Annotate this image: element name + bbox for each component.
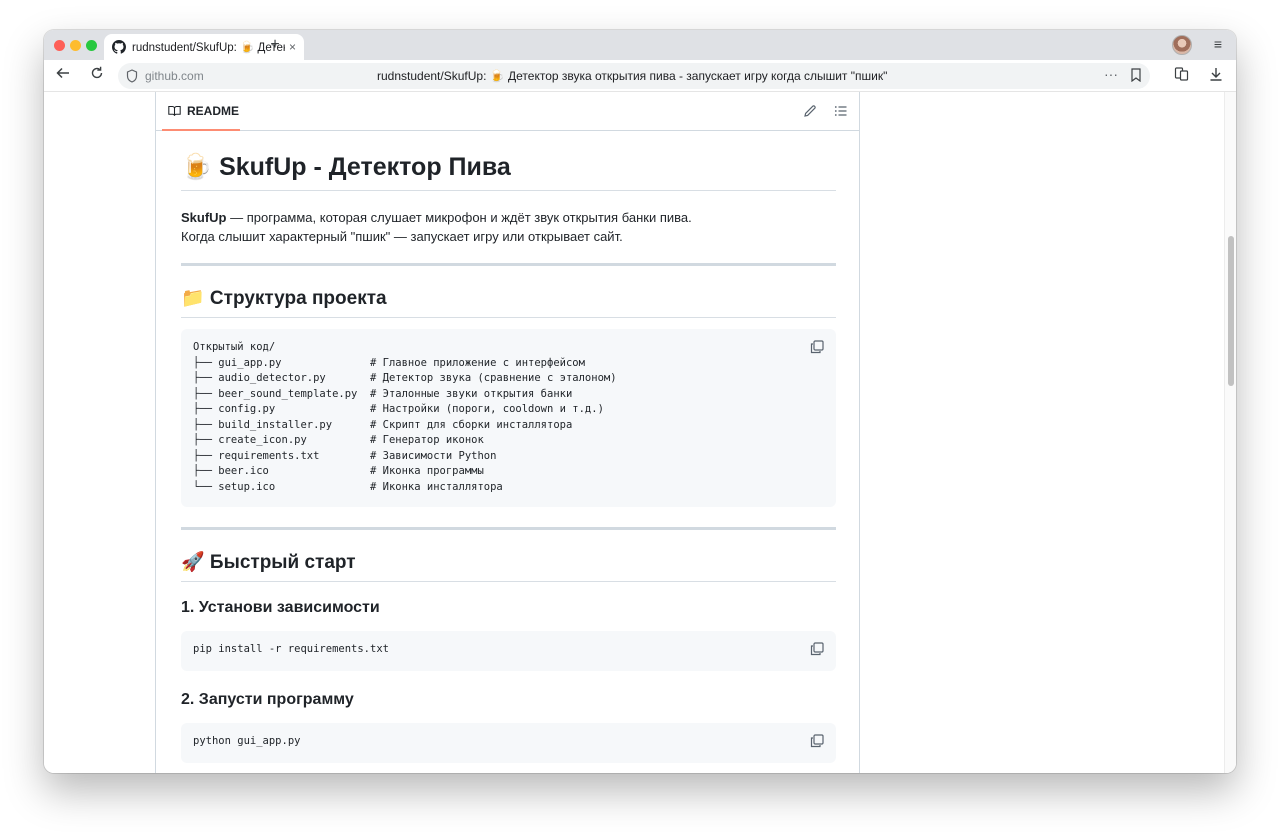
- minimize-window-button[interactable]: [70, 40, 81, 51]
- tab-menu-icon[interactable]: ≡: [1214, 36, 1222, 52]
- intro-line-2: Когда слышит характерный "пшик" — запуск…: [181, 229, 623, 244]
- more-options-icon[interactable]: ···: [1104, 66, 1118, 82]
- page-scrollbar[interactable]: [1224, 92, 1236, 773]
- profile-avatar[interactable]: [1172, 35, 1192, 55]
- reader-mode-icon[interactable]: [1174, 66, 1190, 82]
- reload-icon[interactable]: [87, 66, 107, 86]
- tab-close-icon[interactable]: ×: [289, 40, 296, 54]
- browser-window: rudnstudent/SkufUp: 🍺 Детектор з × + ≡ g…: [44, 30, 1236, 773]
- copy-icon[interactable]: [810, 734, 824, 748]
- intro-line-1-text: — программа, которая слушает микрофон и …: [226, 210, 692, 225]
- readme-tab-label: README: [187, 103, 240, 118]
- github-icon: [112, 40, 126, 54]
- quickstart-heading: 🚀 Быстрый старт: [181, 550, 836, 582]
- scrollbar-thumb[interactable]: [1228, 236, 1234, 386]
- intro-bold-name: SkufUp: [181, 210, 227, 225]
- readme-header: README: [156, 92, 859, 131]
- bookmark-icon[interactable]: [1130, 68, 1142, 82]
- step1-code: pip install -r requirements.txt: [193, 643, 389, 655]
- copy-icon[interactable]: [810, 642, 824, 656]
- structure-code: Открытый код/ ├── gui_app.py # Главное п…: [193, 341, 617, 493]
- maximize-window-button[interactable]: [86, 40, 97, 51]
- url-page-title: rudnstudent/SkufUp: 🍺 Детектор звука отк…: [377, 69, 888, 83]
- outline-list-icon[interactable]: [834, 104, 848, 118]
- book-icon: [168, 105, 181, 116]
- step1-code-block: pip install -r requirements.txt: [181, 631, 836, 671]
- tab-strip: rudnstudent/SkufUp: 🍺 Детектор з × + ≡: [44, 30, 1236, 60]
- readme-container: README 🍺 SkufUp - Детектор Пива SkufUp —…: [155, 92, 860, 773]
- step2-code-block: python gui_app.py: [181, 723, 836, 763]
- url-host: github.com: [145, 69, 204, 83]
- horizontal-rule: [181, 263, 836, 266]
- shield-icon: [126, 69, 138, 83]
- new-tab-button[interactable]: +: [266, 36, 284, 54]
- structure-code-block: Открытый код/ ├── gui_app.py # Главное п…: [181, 329, 836, 507]
- browser-toolbar: github.com rudnstudent/SkufUp: 🍺 Детекто…: [44, 60, 1236, 92]
- copy-icon[interactable]: [810, 340, 824, 354]
- step1-heading: 1. Установи зависимости: [181, 599, 380, 616]
- page-viewport: README 🍺 SkufUp - Детектор Пива SkufUp —…: [44, 92, 1236, 773]
- download-icon[interactable]: [1208, 66, 1224, 82]
- structure-heading: 📁 Структура проекта: [181, 286, 836, 318]
- horizontal-rule: [181, 527, 836, 530]
- address-bar[interactable]: github.com rudnstudent/SkufUp: 🍺 Детекто…: [118, 63, 1150, 89]
- pencil-icon[interactable]: [803, 104, 817, 118]
- step2-heading: 2. Запусти программу: [181, 691, 354, 708]
- tab-title: rudnstudent/SkufUp: 🍺 Детектор з: [132, 42, 285, 54]
- tab-readme[interactable]: README: [162, 92, 240, 131]
- close-window-button[interactable]: [54, 40, 65, 51]
- back-arrow-icon[interactable]: [53, 66, 73, 86]
- intro-line-1: SkufUp — программа, которая слушает микр…: [181, 208, 692, 227]
- step2-code: python gui_app.py: [193, 735, 301, 747]
- readme-title: 🍺 SkufUp - Детектор Пива: [181, 153, 836, 191]
